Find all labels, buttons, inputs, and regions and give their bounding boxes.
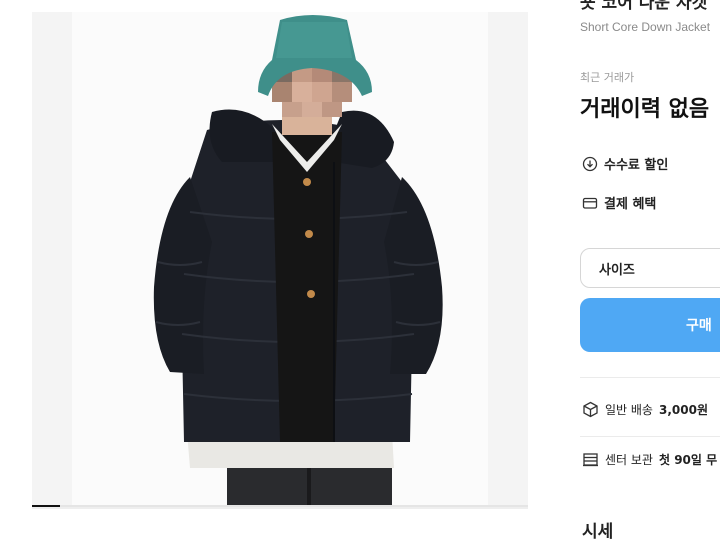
- normal-shipping-row: 일반 배송 3,000원: [582, 401, 708, 418]
- payment-benefit-label: 결제 혜택: [604, 197, 657, 212]
- product-photo[interactable]: [72, 12, 488, 508]
- fee-discount-link[interactable]: 수수료 할인: [582, 154, 668, 173]
- center-storage-value: 첫 90일 무: [658, 453, 718, 467]
- download-circle-icon: [582, 156, 598, 171]
- product-gallery[interactable]: [32, 12, 528, 508]
- size-select[interactable]: 사이즈: [580, 248, 720, 288]
- recent-price-label: 최근 거래가: [580, 71, 635, 84]
- jacket-model-image: [153, 15, 443, 508]
- center-storage-row: 센터 보관 첫 90일 무: [582, 451, 717, 468]
- center-storage-label: 센터 보관: [605, 453, 653, 467]
- fee-discount-label: 수수료 할인: [604, 158, 669, 173]
- payment-benefit-link[interactable]: 결제 혜택: [582, 193, 656, 212]
- normal-shipping-price: 3,000원: [658, 403, 708, 417]
- warehouse-icon: [583, 453, 598, 467]
- divider: [580, 436, 720, 437]
- product-info-panel: 숏 코어 다운 자켓 Short Core Down Jacket 최근 거래가…: [580, 0, 720, 542]
- product-title: 숏 코어 다운 자켓: [580, 0, 708, 13]
- buy-button-label: 구매: [686, 318, 712, 334]
- product-subtitle: Short Core Down Jacket: [580, 20, 711, 34]
- gallery-divider: [32, 507, 528, 509]
- credit-card-icon: [582, 197, 598, 209]
- box-icon: [583, 401, 598, 418]
- size-select-label: 사이즈: [599, 262, 635, 278]
- recent-price-value: 거래이력 없음: [580, 97, 710, 122]
- normal-shipping-label: 일반 배송: [605, 403, 653, 417]
- buy-button[interactable]: 구매: [580, 298, 720, 352]
- market-price-section-title: 시세: [582, 522, 614, 542]
- divider: [580, 377, 720, 378]
